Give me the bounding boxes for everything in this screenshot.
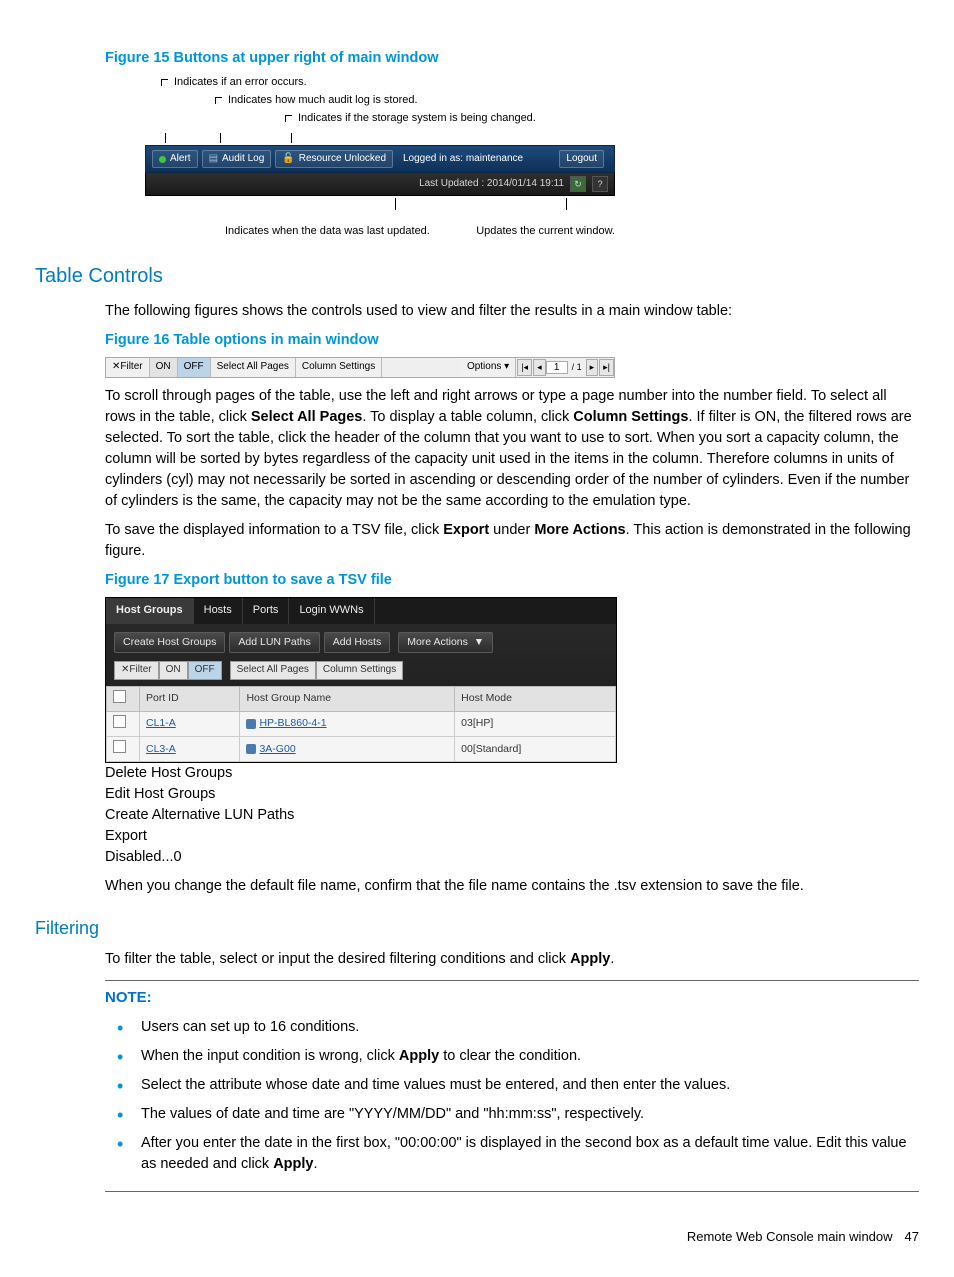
- figure17-caption: Figure 17 Export button to save a TSV fi…: [105, 570, 919, 591]
- table-row: CL1-A HP-BL860-4-1 03[HP]: [107, 711, 616, 736]
- alert-button[interactable]: Alert: [152, 150, 198, 169]
- page-next-icon[interactable]: ▸: [586, 359, 599, 376]
- host-group-icon: [246, 744, 256, 754]
- host-groups-table: Port ID Host Group Name Host Mode CL1-A …: [106, 686, 616, 763]
- last-updated-label: Last Updated : 2014/01/14 19:11: [419, 177, 564, 192]
- figure15-diagram: Indicates if an error occurs. Indicates …: [145, 75, 615, 240]
- tab-hosts[interactable]: Hosts: [194, 598, 243, 624]
- f17-filter-off[interactable]: OFF: [188, 661, 222, 680]
- select-all-pages-button[interactable]: Select All Pages: [211, 358, 296, 377]
- f17-column-settings[interactable]: Column Settings: [316, 661, 403, 680]
- col-port-id[interactable]: Port ID: [140, 686, 240, 711]
- annot-refresh: Updates the current window.: [476, 224, 615, 240]
- f17-filter-toggle[interactable]: ✕Filter: [114, 661, 159, 680]
- page-footer: Remote Web Console main window47: [35, 1228, 919, 1247]
- audit-log-button[interactable]: ▤Audit Log: [202, 150, 272, 169]
- column-settings-button[interactable]: Column Settings: [296, 358, 382, 377]
- table-controls-intro: The following figures shows the controls…: [105, 301, 919, 322]
- page-prev-icon[interactable]: ◂: [533, 359, 546, 376]
- list-icon: ▤: [209, 152, 218, 167]
- figure16-bar: ✕Filter ON OFF Select All Pages Column S…: [105, 357, 615, 378]
- menu-edit-host-groups[interactable]: Edit Host Groups: [105, 784, 615, 805]
- figure17-panel: Host Groups Hosts Ports Login WWNs Creat…: [105, 597, 617, 763]
- options-menu[interactable]: Options ▾: [461, 358, 516, 377]
- note-item: Select the attribute whose date and time…: [113, 1075, 919, 1096]
- help-icon[interactable]: ?: [592, 176, 608, 192]
- page-number-input[interactable]: [546, 361, 568, 374]
- note-item: After you enter the date in the first bo…: [113, 1133, 919, 1175]
- note-box: NOTE: Users can set up to 16 conditions.…: [105, 980, 919, 1192]
- scroll-paragraph: To scroll through pages of the table, us…: [105, 386, 919, 512]
- save-paragraph: To save the displayed information to a T…: [105, 520, 919, 562]
- col-host-group-name[interactable]: Host Group Name: [240, 686, 455, 711]
- filter-off[interactable]: OFF: [178, 358, 211, 377]
- filter-on[interactable]: ON: [150, 358, 178, 377]
- row-checkbox[interactable]: [113, 740, 126, 753]
- figure16-caption: Figure 16 Table options in main window: [105, 330, 919, 351]
- host-mode-cell: 03[HP]: [455, 711, 616, 736]
- note-item: When the input condition is wrong, click…: [113, 1046, 919, 1067]
- f17-filter-on[interactable]: ON: [159, 661, 188, 680]
- logged-in-label: Logged in as: maintenance: [403, 152, 523, 167]
- row-checkbox[interactable]: [113, 715, 126, 728]
- host-group-link[interactable]: 3A-G00: [240, 737, 455, 762]
- menu-disabled-row: Disabled...0: [105, 847, 615, 868]
- page-total: / 1: [569, 360, 585, 375]
- add-hosts-button[interactable]: Add Hosts: [324, 632, 390, 653]
- annot-audit: Indicates how much audit log is stored.: [228, 93, 418, 109]
- f17-select-all-pages[interactable]: Select All Pages: [230, 661, 316, 680]
- filtering-heading: Filtering: [35, 915, 919, 941]
- port-id-link[interactable]: CL1-A: [140, 711, 240, 736]
- tab-ports[interactable]: Ports: [243, 598, 290, 624]
- more-actions-button[interactable]: More Actions ▼: [398, 632, 493, 653]
- col-host-mode[interactable]: Host Mode: [455, 686, 616, 711]
- annot-error: Indicates if an error occurs.: [174, 75, 307, 91]
- host-mode-cell: 00[Standard]: [455, 737, 616, 762]
- tab-host-groups[interactable]: Host Groups: [106, 598, 194, 624]
- add-lun-paths-button[interactable]: Add LUN Paths: [229, 632, 319, 653]
- table-controls-heading: Table Controls: [35, 262, 919, 291]
- refresh-icon[interactable]: ↻: [570, 176, 586, 192]
- confirm-paragraph: When you change the default file name, c…: [105, 876, 919, 897]
- note-item: Users can set up to 16 conditions.: [113, 1017, 919, 1038]
- host-group-icon: [246, 719, 256, 729]
- menu-create-alt-lun-paths[interactable]: Create Alternative LUN Paths: [105, 805, 615, 826]
- status-dot-icon: [159, 156, 166, 163]
- filter-toggle[interactable]: ✕Filter: [106, 358, 150, 377]
- page-first-icon[interactable]: |◂: [517, 359, 532, 376]
- menu-export[interactable]: Export: [105, 826, 615, 847]
- tab-login-wwns[interactable]: Login WWNs: [289, 598, 374, 624]
- resource-lock-button[interactable]: 🔓Resource Unlocked: [275, 150, 393, 169]
- table-row: CL3-A 3A-G00 00[Standard]: [107, 737, 616, 762]
- filtering-intro: To filter the table, select or input the…: [105, 949, 919, 970]
- more-actions-menu: Delete Host Groups Edit Host Groups Crea…: [105, 763, 615, 868]
- annot-last-updated: Indicates when the data was last updated…: [225, 224, 430, 240]
- header-checkbox[interactable]: [113, 690, 126, 703]
- note-item: The values of date and time are "YYYY/MM…: [113, 1104, 919, 1125]
- figure15-caption: Figure 15 Buttons at upper right of main…: [105, 48, 919, 69]
- page-last-icon[interactable]: ▸|: [599, 359, 614, 376]
- note-label: NOTE:: [105, 980, 919, 1009]
- menu-delete-host-groups[interactable]: Delete Host Groups: [105, 763, 615, 784]
- port-id-link[interactable]: CL3-A: [140, 737, 240, 762]
- host-group-link[interactable]: HP-BL860-4-1: [240, 711, 455, 736]
- create-host-groups-button[interactable]: Create Host Groups: [114, 632, 225, 653]
- lock-icon: 🔓: [282, 152, 294, 167]
- logout-button[interactable]: Logout: [559, 150, 604, 169]
- annot-change: Indicates if the storage system is being…: [298, 111, 536, 127]
